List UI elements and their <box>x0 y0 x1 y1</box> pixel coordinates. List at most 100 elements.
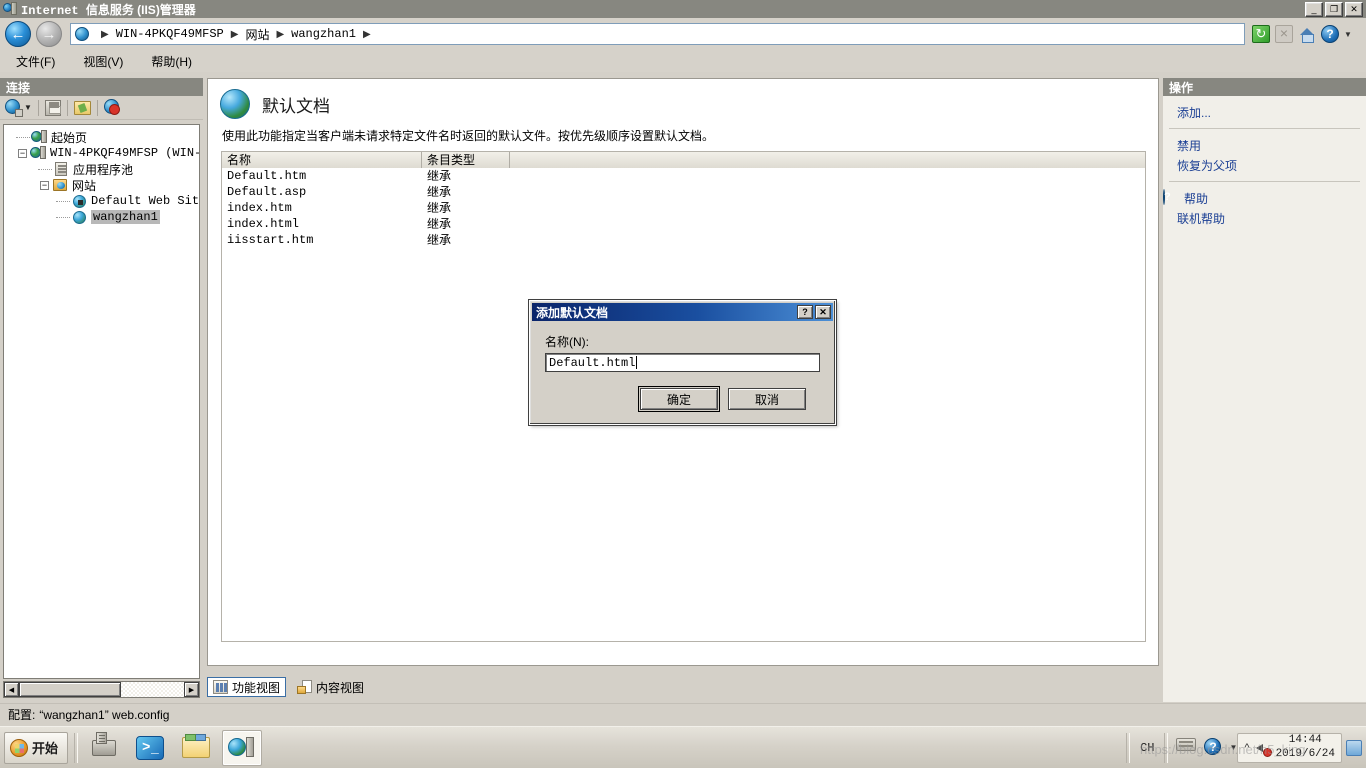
tree-item-application-pools[interactable]: 应用程序池 <box>6 161 199 177</box>
tab-label: 功能视图 <box>232 680 281 695</box>
tree-item-default-web-site[interactable]: Default Web Site <box>6 193 199 209</box>
tree-item-sites[interactable]: − 网站 <box>6 177 199 193</box>
cell-type: 继承 <box>427 201 452 216</box>
scrollbar-thumb[interactable] <box>19 682 122 697</box>
menu-file[interactable]: 文件(F) <box>10 51 61 72</box>
dialog-close-button[interactable]: ✕ <box>815 305 831 319</box>
tree-item-wangzhan1[interactable]: wangzhan1 <box>6 209 199 225</box>
tree-horizontal-scrollbar[interactable]: ◀ ▶ <box>3 681 200 698</box>
table-row[interactable]: index.htm 继承 <box>222 200 1145 216</box>
chevron-down-icon[interactable]: ▼ <box>1229 743 1237 752</box>
minimize-button[interactable]: _ <box>1305 2 1323 17</box>
documents-grid: 名称 条目类型 Default.htm 继承 Default.asp 继承 in… <box>221 150 1146 248</box>
ime-keyboard-icon[interactable] <box>1176 737 1198 758</box>
dialog-title: 添加默认文档 <box>536 305 609 320</box>
start-button[interactable]: 开始 <box>4 731 69 764</box>
grid-header-row: 名称 条目类型 <box>222 151 1145 168</box>
chevron-down-icon[interactable]: ▼ <box>24 103 32 112</box>
action-add[interactable]: 添加... <box>1163 102 1366 122</box>
ime-help-icon[interactable] <box>1204 737 1226 758</box>
dialog-buttons: ? ✕ <box>797 305 833 319</box>
status-value: “wangzhan1” web.config <box>39 707 170 722</box>
iis-manager-window: Internet 信息服务 (IIS)管理器 _ ❐ ✕ ← → ▶ WIN-4… <box>0 0 1366 768</box>
breadcrumb-item-site[interactable]: wangzhan1 <box>291 27 356 41</box>
show-desktop-button[interactable] <box>1346 739 1362 756</box>
home-icon[interactable] <box>1298 25 1316 43</box>
actions-header: 操作 <box>1163 78 1366 96</box>
taskbar-item-file-explorer[interactable] <box>176 730 216 766</box>
close-button[interactable]: ✕ <box>1345 2 1363 17</box>
cancel-button[interactable]: 取消 <box>728 388 806 410</box>
dialog-action-buttons: 确定 取消 <box>545 372 821 412</box>
tree-item-server[interactable]: − WIN-4PKQF49MFSP (WIN-4PKQF <box>6 145 199 161</box>
cell-name: Default.htm <box>227 168 307 183</box>
cell-name: iisstart.htm <box>227 232 314 247</box>
table-row[interactable]: Default.htm 继承 <box>222 168 1145 184</box>
action-online-help[interactable]: 联机帮助 <box>1163 208 1366 228</box>
scrollbar-track[interactable] <box>19 682 184 697</box>
default-document-icon <box>220 89 250 119</box>
app-pool-icon <box>53 161 69 177</box>
breadcrumb-item-server[interactable]: WIN-4PKQF49MFSP <box>116 27 224 41</box>
menu-view[interactable]: 视图(V) <box>77 51 129 72</box>
connections-tree[interactable]: 起始页 − WIN-4PKQF49MFSP (WIN-4PKQF 应用程序池 <box>3 124 200 679</box>
clock[interactable]: 14:44 2019/6/24 <box>1276 734 1335 762</box>
ime-indicator[interactable]: CH <box>1135 741 1159 755</box>
site-icon <box>71 210 87 225</box>
tree-item-start-page[interactable]: 起始页 <box>6 129 199 145</box>
clock-time: 14:44 <box>1288 733 1322 746</box>
cell-type: 继承 <box>427 185 452 200</box>
system-tray: CH ▼ ^ 14:44 2019/6/24 <box>1121 727 1366 768</box>
connections-toolbar: ▼ <box>0 96 203 120</box>
taskbar-item-powershell[interactable] <box>130 730 170 766</box>
action-help[interactable]: 帮助 <box>1163 188 1366 208</box>
help-icon[interactable] <box>1321 25 1339 43</box>
table-row[interactable]: Default.asp 继承 <box>222 184 1145 200</box>
open-folder-icon[interactable] <box>73 100 91 115</box>
menu-help[interactable]: 帮助(H) <box>145 51 198 72</box>
taskbar-item-server-manager[interactable] <box>84 730 124 766</box>
save-icon[interactable] <box>44 99 61 116</box>
column-header-type[interactable]: 条目类型 <box>422 151 510 168</box>
column-header-name[interactable]: 名称 <box>222 151 422 168</box>
tab-features-view[interactable]: 功能视图 <box>207 677 287 697</box>
back-button[interactable]: ← <box>5 21 31 47</box>
table-row[interactable]: index.html 继承 <box>222 216 1145 232</box>
dialog-help-button[interactable]: ? <box>797 305 813 319</box>
breadcrumb[interactable]: ▶ WIN-4PKQF49MFSP ▶ 网站 ▶ wangzhan1 ▶ <box>70 23 1245 45</box>
breadcrumb-globe-icon <box>75 27 89 41</box>
breadcrumb-separator: ▶ <box>101 28 109 40</box>
taskbar: 开始 CH ▼ <box>0 726 1366 768</box>
collapse-toggle[interactable]: − <box>40 180 49 190</box>
tree-item-label: wangzhan1 <box>91 210 160 224</box>
action-revert-to-parent[interactable]: 恢复为父项 <box>1163 155 1366 175</box>
breadcrumb-item-sites[interactable]: 网站 <box>245 26 269 43</box>
action-disable[interactable]: 禁用 <box>1163 135 1366 155</box>
table-row[interactable]: iisstart.htm 继承 <box>222 232 1145 248</box>
chevron-down-icon[interactable]: ▼ <box>1344 30 1352 39</box>
window-controls: _ ❐ ✕ <box>1305 2 1363 17</box>
collapse-toggle[interactable]: − <box>18 148 27 158</box>
breadcrumb-separator: ▶ <box>276 28 285 40</box>
show-hidden-icons-icon[interactable]: ^ <box>1244 742 1249 754</box>
status-bar: 配置: “wangzhan1” web.config <box>0 703 1366 725</box>
restore-button[interactable]: ❐ <box>1325 2 1343 17</box>
forward-button[interactable]: → <box>36 21 62 47</box>
taskbar-item-iis-manager[interactable] <box>222 729 263 766</box>
connections-panel: 连接 ▼ 起始页 − WIN-4PKQF49MFSP (WIN- 应用程序池 −… <box>0 78 203 702</box>
refresh-icon[interactable] <box>1252 25 1270 43</box>
ok-button[interactable]: 确定 <box>638 386 720 412</box>
scroll-left-button[interactable]: ◀ <box>4 682 19 697</box>
column-header-filler <box>510 151 1145 168</box>
connect-globe-icon[interactable] <box>5 99 23 117</box>
disconnect-icon[interactable] <box>103 99 121 116</box>
tab-content-view[interactable]: 内容视图 <box>292 677 369 697</box>
action-label: 添加... <box>1177 105 1212 120</box>
action-label: 帮助 <box>1184 191 1209 206</box>
name-input[interactable]: Default.html <box>545 353 820 372</box>
scroll-right-button[interactable]: ▶ <box>184 682 199 697</box>
taskbar-items <box>84 729 263 766</box>
powershell-icon <box>136 735 165 760</box>
page-description: 使用此功能指定当客户端未请求特定文件名时返回的默认文件。按优先级顺序设置默认文档… <box>222 129 715 143</box>
volume-muted-icon[interactable] <box>1255 741 1272 757</box>
